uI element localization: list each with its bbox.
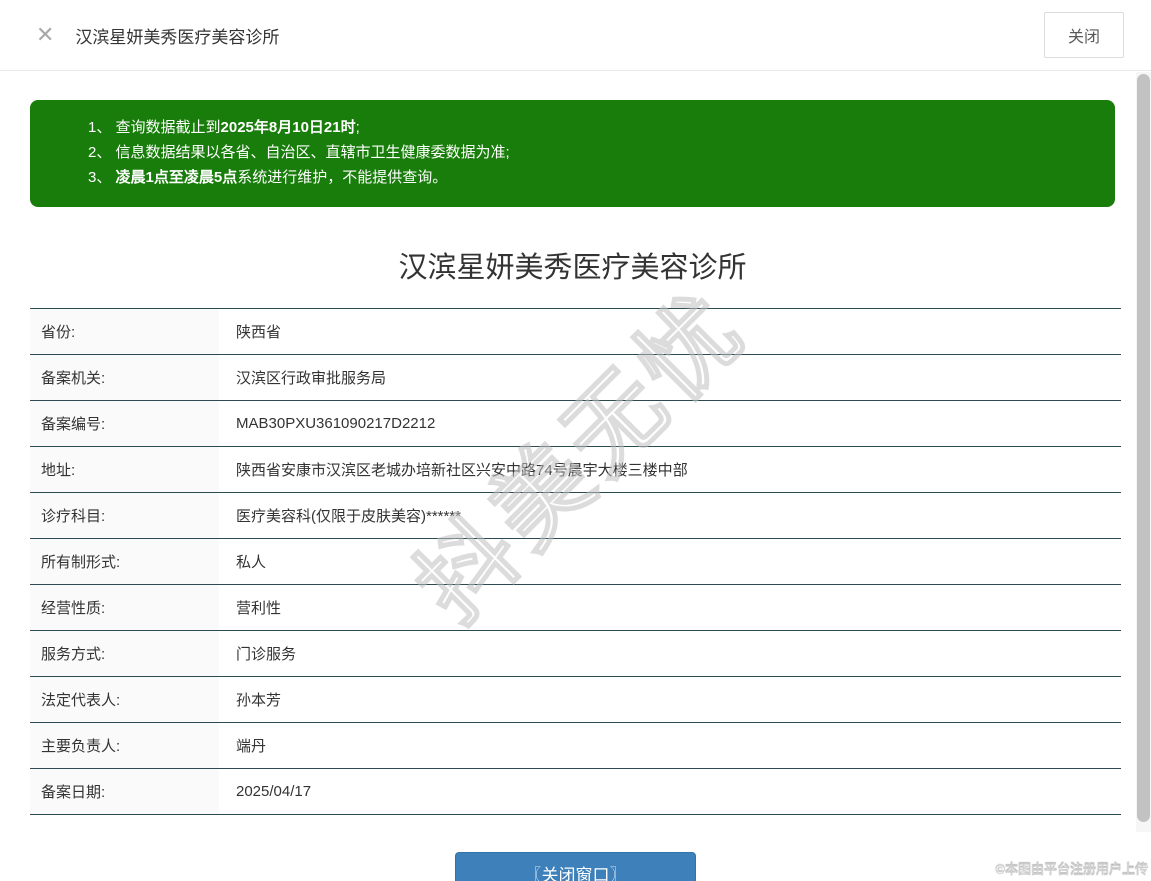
row-value: 2025/04/17 — [236, 783, 312, 800]
table-row-address: 地址: 陕西省安康市汉滨区老城办培新社区兴安中路74号晨宇大楼三楼中部 — [30, 446, 1121, 492]
row-label: 经营性质: — [30, 585, 219, 630]
row-label: 备案机关: — [30, 355, 219, 400]
info-table: 省份: 陕西省 备案机关: 汉滨区行政审批服务局 备案编号: MAB30PXU3… — [30, 308, 1121, 815]
notice-line: 2、 信息数据结果以各省、自治区、直辖市卫生健康委数据为准; — [88, 140, 1095, 165]
copyright-watermark: ©本图由平台注册用户上传 — [995, 862, 1148, 877]
table-row-legal-representative: 法定代表人: 孙本芳 — [30, 676, 1121, 722]
table-row-service-mode: 服务方式: 门诊服务 — [30, 630, 1121, 676]
row-value: 营利性 — [236, 600, 282, 617]
notice-text: 3、 — [88, 169, 116, 186]
row-value: 孙本芳 — [236, 692, 282, 709]
window-title: 汉滨星妍美秀医疗美容诊所 — [75, 27, 280, 47]
notice-line: 1、 查询数据截止到2025年8月10日21时; — [88, 115, 1095, 140]
table-row-principal: 主要负责人: 端丹 — [30, 722, 1121, 768]
table-row-ownership-type: 所有制形式: 私人 — [30, 538, 1121, 584]
table-row-province: 省份: 陕西省 — [30, 308, 1121, 354]
row-label: 诊疗科目: — [30, 493, 219, 538]
close-icon[interactable]: ✕ — [36, 24, 54, 46]
row-value: 汉滨区行政审批服务局 — [236, 370, 387, 387]
table-row-filing-date: 备案日期: 2025/04/17 — [30, 768, 1121, 814]
scrollbar[interactable] — [1136, 72, 1151, 832]
notice-banner: 1、 查询数据截止到2025年8月10日21时; 2、 信息数据结果以各省、自治… — [30, 100, 1115, 207]
row-label: 法定代表人: — [30, 677, 219, 722]
row-value: MAB30PXU361090217D2212 — [236, 415, 436, 432]
row-value: 端丹 — [236, 738, 267, 755]
row-label: 所有制形式: — [30, 539, 219, 584]
scrollbar-thumb[interactable] — [1137, 74, 1150, 822]
notice-bold-text: 2025年8月10日21时 — [220, 119, 356, 136]
row-value: 医疗美容科(仅限于皮肤美容)****** — [236, 508, 462, 525]
row-label: 地址: — [30, 447, 219, 492]
table-row-business-nature: 经营性质: 营利性 — [30, 584, 1121, 630]
row-value: 门诊服务 — [236, 646, 297, 663]
table-row-filing-number: 备案编号: MAB30PXU361090217D2212 — [30, 400, 1121, 446]
notice-text: 1、 查询数据截止到 — [88, 119, 221, 136]
table-row-treatment-subjects: 诊疗科目: 医疗美容科(仅限于皮肤美容)****** — [30, 492, 1121, 538]
row-label: 省份: — [30, 309, 219, 354]
bottom-button-area: 〖关闭窗口〗 — [0, 852, 1151, 881]
row-label: 服务方式: — [30, 631, 219, 676]
row-value: 陕西省 — [236, 324, 282, 341]
notice-text: 2、 信息数据结果以各省、自治区、直辖市卫生健康委数据为准; — [88, 144, 510, 161]
row-label: 主要负责人: — [30, 723, 219, 768]
table-row-filing-authority: 备案机关: 汉滨区行政审批服务局 — [30, 354, 1121, 400]
notice-text: ; — [355, 119, 360, 136]
notice-text: 系统进行维护，不能提供查询。 — [237, 169, 448, 186]
row-label: 备案编号: — [30, 401, 219, 446]
notice-line: 3、 凌晨1点至凌晨5点系统进行维护，不能提供查询。 — [88, 165, 1095, 190]
notice-bold-text: 凌晨1点至凌晨5点 — [115, 169, 238, 186]
row-value: 陕西省安康市汉滨区老城办培新社区兴安中路74号晨宇大楼三楼中部 — [236, 462, 688, 479]
header-close-button[interactable]: 关闭 — [1043, 12, 1124, 58]
row-value: 私人 — [236, 554, 267, 571]
window-header: ✕ 汉滨星妍美秀医疗美容诊所 关闭 — [0, 0, 1151, 71]
row-label: 备案日期: — [30, 769, 219, 814]
page-title: 汉滨星妍美秀医疗美容诊所 — [398, 252, 747, 284]
close-window-button[interactable]: 〖关闭窗口〗 — [455, 852, 696, 881]
